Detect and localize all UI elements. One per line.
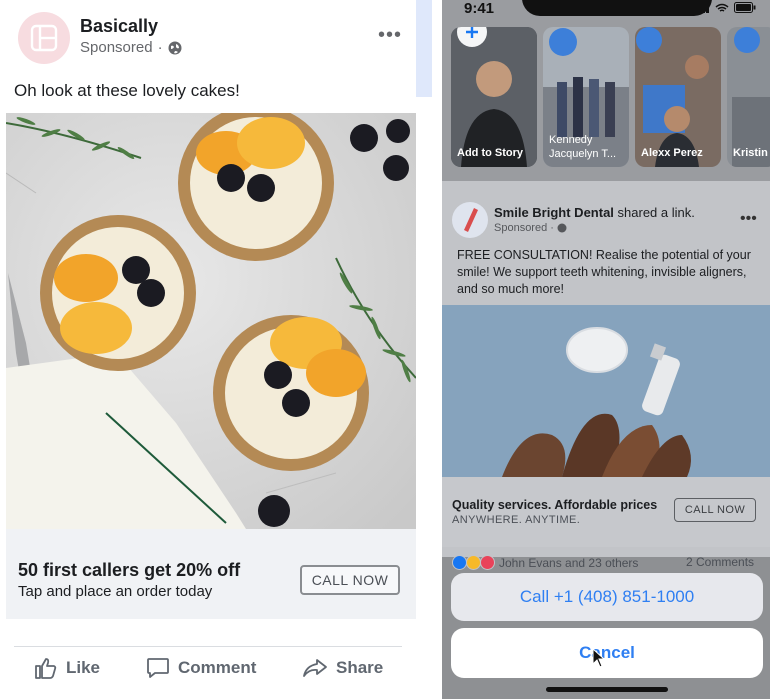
sponsored-text: Sponsored <box>80 39 153 56</box>
status-time: 9:41 <box>464 0 495 17</box>
share-icon <box>303 659 327 677</box>
comment-icon <box>147 658 169 678</box>
reactions-text: John Evans and 23 others <box>499 555 639 570</box>
page-name[interactable]: Basically <box>80 16 158 37</box>
dental-headline: Quality services. Affordable prices <box>452 498 658 512</box>
love-reaction-icon <box>480 555 495 570</box>
call-now-button[interactable]: CALL NOW <box>300 565 400 595</box>
story-label: Kennedy Jacquelyn T... <box>549 134 617 160</box>
globe-icon <box>168 41 182 54</box>
story-label: Add to Story <box>457 147 523 159</box>
dental-sponsored-text: Sponsored · <box>494 222 554 234</box>
story-label: Alexx Perez <box>641 147 703 159</box>
more-icon[interactable]: ••• <box>740 210 757 228</box>
like-reaction-icon <box>452 555 467 570</box>
cta-subline: Tap and place an order today <box>18 583 213 600</box>
background-strip <box>416 0 432 97</box>
comments-count[interactable]: 2 Comments <box>686 555 754 569</box>
story-kristin[interactable]: Kristin <box>727 27 770 167</box>
like-label: Like <box>66 658 101 677</box>
home-indicator <box>546 687 668 692</box>
dental-avatar[interactable] <box>452 202 488 238</box>
dental-post-header: Smile Bright Dental shared a link. <box>494 205 695 220</box>
call-phone-button[interactable]: Call +1 (408) 851-1000 <box>451 573 763 621</box>
dental-subline: ANYWHERE. ANYTIME. <box>452 514 581 526</box>
cake-illustration <box>6 113 416 529</box>
wifi-icon <box>715 3 729 12</box>
logo-b-icon <box>30 24 58 52</box>
post-text: Oh look at these lovely cakes! <box>14 81 240 100</box>
more-icon[interactable]: ••• <box>378 24 402 47</box>
cursor-icon <box>592 647 606 673</box>
cta-headline: 50 first callers get 20% off <box>18 560 241 580</box>
sponsored-label: Sponsored · <box>80 39 182 56</box>
status-icons <box>694 2 756 13</box>
action-divider <box>14 646 402 647</box>
signal-icon <box>694 2 709 13</box>
story-alexx[interactable]: Alexx Perez <box>635 27 721 167</box>
story-add[interactable]: Add to Story <box>451 27 537 167</box>
shared-link-text: shared a link. <box>613 205 695 220</box>
phone-screen: 9:41 Add to Story Kennedy Jacquelyn T...… <box>442 0 770 699</box>
battery-icon <box>734 2 756 13</box>
story-kennedy[interactable]: Kennedy Jacquelyn T... <box>543 27 629 167</box>
phone-notch <box>522 0 712 16</box>
share-label: Share <box>336 658 384 677</box>
page-avatar-basically[interactable] <box>18 12 70 64</box>
comment-label: Comment <box>178 658 257 677</box>
like-icon <box>35 658 57 679</box>
dental-page-name[interactable]: Smile Bright Dental <box>494 205 614 220</box>
reactions-summary[interactable]: John Evans and 23 others <box>452 555 638 570</box>
dental-sponsored: Sponsored · <box>494 222 567 234</box>
separator-dot: · <box>157 39 163 56</box>
dental-photo[interactable] <box>442 305 770 477</box>
hands-aligner-illustration <box>442 305 770 477</box>
globe-icon <box>557 223 567 233</box>
like-button[interactable]: Like <box>34 657 100 679</box>
cake-photo[interactable] <box>6 113 416 529</box>
story-add-photo <box>451 27 537 167</box>
story-alexx-photo <box>635 27 721 167</box>
story-label: Kristin <box>733 147 768 159</box>
dental-post-body: FREE CONSULTATION! Realise the potential… <box>457 248 751 296</box>
dental-call-now-button[interactable]: CALL NOW <box>674 498 756 522</box>
share-button[interactable]: Share <box>302 657 383 679</box>
comment-button[interactable]: Comment <box>146 657 256 679</box>
story-kristin-photo <box>727 27 770 167</box>
cancel-button[interactable]: Cancel <box>451 628 763 678</box>
wow-reaction-icon <box>466 555 481 570</box>
toothbrush-icon <box>464 208 478 232</box>
